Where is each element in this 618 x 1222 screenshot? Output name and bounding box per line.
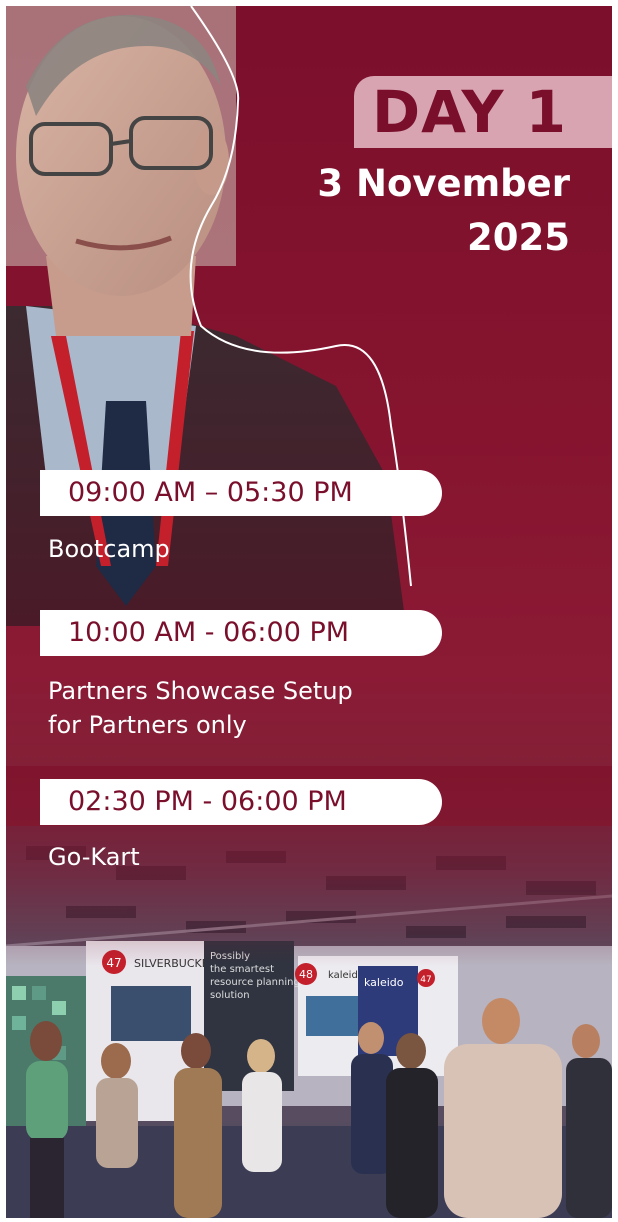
schedule-time: 10:00 AM - 06:00 PM — [68, 617, 350, 648]
pill-accent — [40, 610, 46, 656]
schedule-time: 02:30 PM - 06:00 PM — [68, 786, 347, 817]
event-date-day-month: 3 November — [317, 162, 570, 205]
pill-accent — [40, 470, 46, 516]
schedule-title: Bootcamp — [48, 535, 170, 563]
booth-48-number: 48 — [299, 968, 313, 981]
event-banner: 47 SILVERBUCKET Possibly the smartest re… — [6, 6, 612, 1218]
booth-48-banner-brand: kaleido — [364, 976, 404, 989]
schedule-time-pill: 10:00 AM - 06:00 PM — [40, 610, 442, 656]
schedule-time-pill: 02:30 PM - 06:00 PM — [40, 779, 442, 825]
schedule-title: Go-Kart — [48, 843, 140, 871]
booth-47b-number: 47 — [420, 975, 431, 985]
booth-47-tagline-4: solution — [210, 990, 250, 1001]
schedule-time: 09:00 AM – 05:30 PM — [68, 477, 353, 508]
schedule-title-line1: Partners Showcase Setup — [48, 677, 353, 705]
event-date-year: 2025 — [467, 216, 570, 259]
booth-47-tagline-3: resource planning — [210, 977, 300, 988]
schedule-time-pill: 09:00 AM – 05:30 PM — [40, 470, 442, 516]
pill-accent — [40, 779, 46, 825]
schedule-title-line2: for Partners only — [48, 711, 247, 739]
day-label: DAY 1 — [372, 78, 568, 146]
